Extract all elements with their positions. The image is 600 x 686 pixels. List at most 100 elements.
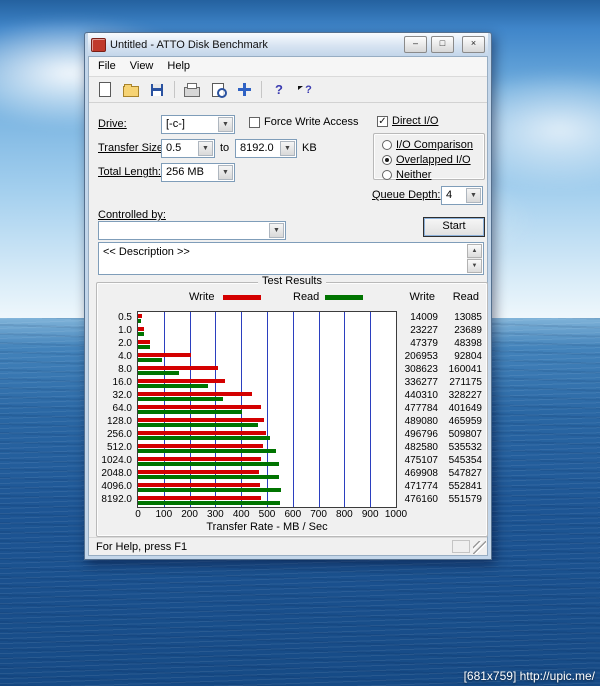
chevron-down-icon[interactable]: ▼: [269, 223, 284, 238]
x-tick-label: 800: [336, 509, 353, 520]
write-bar: [138, 353, 192, 357]
controlled-by-label[interactable]: Controlled by:: [98, 209, 166, 221]
chart-category-label: 4096.0: [101, 481, 132, 492]
print-preview-button[interactable]: [206, 78, 230, 101]
read-bar: [138, 449, 277, 453]
resize-grip[interactable]: [473, 541, 486, 554]
total-length-label[interactable]: Total Length:: [98, 166, 161, 178]
total-length-value: 256 MB: [166, 166, 204, 178]
chevron-down-icon[interactable]: ▼: [466, 188, 481, 203]
x-tick-label: 1000: [384, 509, 408, 520]
x-tick-label: 400: [232, 509, 250, 520]
chevron-down-icon[interactable]: ▼: [218, 165, 233, 180]
print-button[interactable]: [180, 78, 204, 101]
write-bar: [138, 418, 265, 422]
write-bar: [138, 405, 262, 409]
titlebar[interactable]: Untitled - ATTO Disk Benchmark – □ ×: [88, 33, 488, 56]
new-button[interactable]: [93, 78, 117, 101]
chart-row: [138, 416, 396, 429]
description-box[interactable]: << Description >> ▲ ▼: [98, 242, 484, 275]
save-icon: [151, 83, 163, 96]
radio-dot[interactable]: [382, 155, 392, 165]
menu-help[interactable]: Help: [160, 58, 197, 75]
read-value: 160041: [448, 364, 482, 375]
chart-row: [138, 403, 396, 416]
write-value: 336277: [404, 377, 438, 388]
window-body: File View Help ? ? Drive: [-c-] ▼ Force …: [88, 56, 488, 556]
client-area: Drive: [-c-] ▼ Force Write Access ✓ Dire…: [89, 103, 488, 537]
description-scrollbar[interactable]: ▲ ▼: [467, 244, 482, 273]
start-button[interactable]: Start: [423, 217, 485, 237]
read-bar: [138, 462, 279, 466]
chart-rows: [138, 312, 396, 507]
read-bar: [138, 397, 223, 401]
read-value: 551579: [448, 494, 482, 505]
transfer-size-label[interactable]: Transfer Size:: [98, 142, 166, 154]
force-write-access-checkbox[interactable]: Force Write Access: [249, 116, 359, 128]
minimize-button[interactable]: –: [404, 36, 427, 53]
chevron-down-icon[interactable]: ▼: [218, 117, 233, 132]
force-write-access-box[interactable]: [249, 116, 260, 128]
controlled-by-select[interactable]: ▼: [98, 221, 286, 240]
scroll-down-icon[interactable]: ▼: [467, 259, 482, 273]
radio-overlapped-i-o[interactable]: Overlapped I/O: [382, 153, 484, 167]
drive-label[interactable]: Drive:: [98, 118, 127, 130]
total-length-select[interactable]: 256 MB ▼: [161, 163, 235, 182]
chart-category-label: 0.5: [118, 312, 132, 323]
to-label: to: [220, 142, 230, 154]
drive-select[interactable]: [-c-] ▼: [161, 115, 235, 134]
radio-neither[interactable]: Neither: [382, 168, 484, 182]
read-bar: [138, 371, 180, 375]
pan-button[interactable]: [232, 78, 256, 101]
chart-category-label: 32.0: [112, 390, 132, 401]
maximize-button[interactable]: □: [431, 36, 454, 53]
chart-row: [138, 351, 396, 364]
read-value: 328227: [448, 390, 482, 401]
app-window: Untitled - ATTO Disk Benchmark – □ × Fil…: [84, 32, 492, 560]
kb-unit-label: KB: [302, 142, 317, 154]
read-value: 23689: [454, 325, 482, 336]
write-bar: [138, 379, 225, 383]
menu-view[interactable]: View: [123, 58, 161, 75]
toolbar: ? ?: [89, 77, 487, 103]
read-value: 465959: [448, 416, 482, 427]
chart-category-label: 256.0: [106, 429, 132, 440]
read-value: 92804: [454, 351, 482, 362]
write-value: 469908: [404, 468, 438, 479]
queue-depth-select[interactable]: 4 ▼: [441, 186, 483, 205]
chart-category-label: 8.0: [118, 364, 132, 375]
read-bar: [138, 436, 270, 440]
chevron-down-icon[interactable]: ▼: [280, 141, 295, 156]
chart-row: [138, 364, 396, 377]
read-bar: [138, 332, 145, 336]
write-bar: [138, 431, 267, 435]
about-button[interactable]: ?: [267, 78, 291, 101]
scroll-up-icon[interactable]: ▲: [467, 244, 482, 258]
close-button[interactable]: ×: [462, 36, 485, 53]
transfer-size-from-select[interactable]: 0.5 ▼: [161, 139, 215, 158]
chart-row: [138, 390, 396, 403]
direct-io-box[interactable]: ✓: [377, 115, 388, 127]
write-value: 206953: [404, 351, 438, 362]
context-help-icon: ?: [298, 84, 312, 96]
chart-category-label: 2048.0: [101, 468, 132, 479]
radio-dot[interactable]: [382, 170, 392, 180]
queue-depth-label[interactable]: Queue Depth:: [372, 189, 441, 201]
chart-row: [138, 377, 396, 390]
menu-file[interactable]: File: [91, 58, 123, 75]
open-button[interactable]: [119, 78, 143, 101]
write-bar: [138, 483, 260, 487]
radio-label: I/O Comparison: [396, 139, 474, 151]
transfer-size-to-select[interactable]: 8192.0 ▼: [235, 139, 297, 158]
save-button[interactable]: [145, 78, 169, 101]
open-folder-icon: [123, 83, 139, 97]
chart-category-labels: 0.5 1.0 2.0 4.0 8.0 16.0 32.0 64.0 128.0 256.0 512…: [101, 311, 137, 508]
radio-i-o-comparison[interactable]: I/O Comparison: [382, 138, 484, 152]
context-help-button[interactable]: ?: [293, 78, 317, 101]
x-tick-label: 200: [181, 509, 198, 520]
chevron-down-icon[interactable]: ▼: [198, 141, 213, 156]
write-column-header: Write: [409, 291, 435, 303]
radio-dot[interactable]: [382, 140, 392, 150]
legend-write-swatch: [223, 295, 261, 300]
direct-io-checkbox[interactable]: ✓ Direct I/O: [377, 115, 438, 127]
